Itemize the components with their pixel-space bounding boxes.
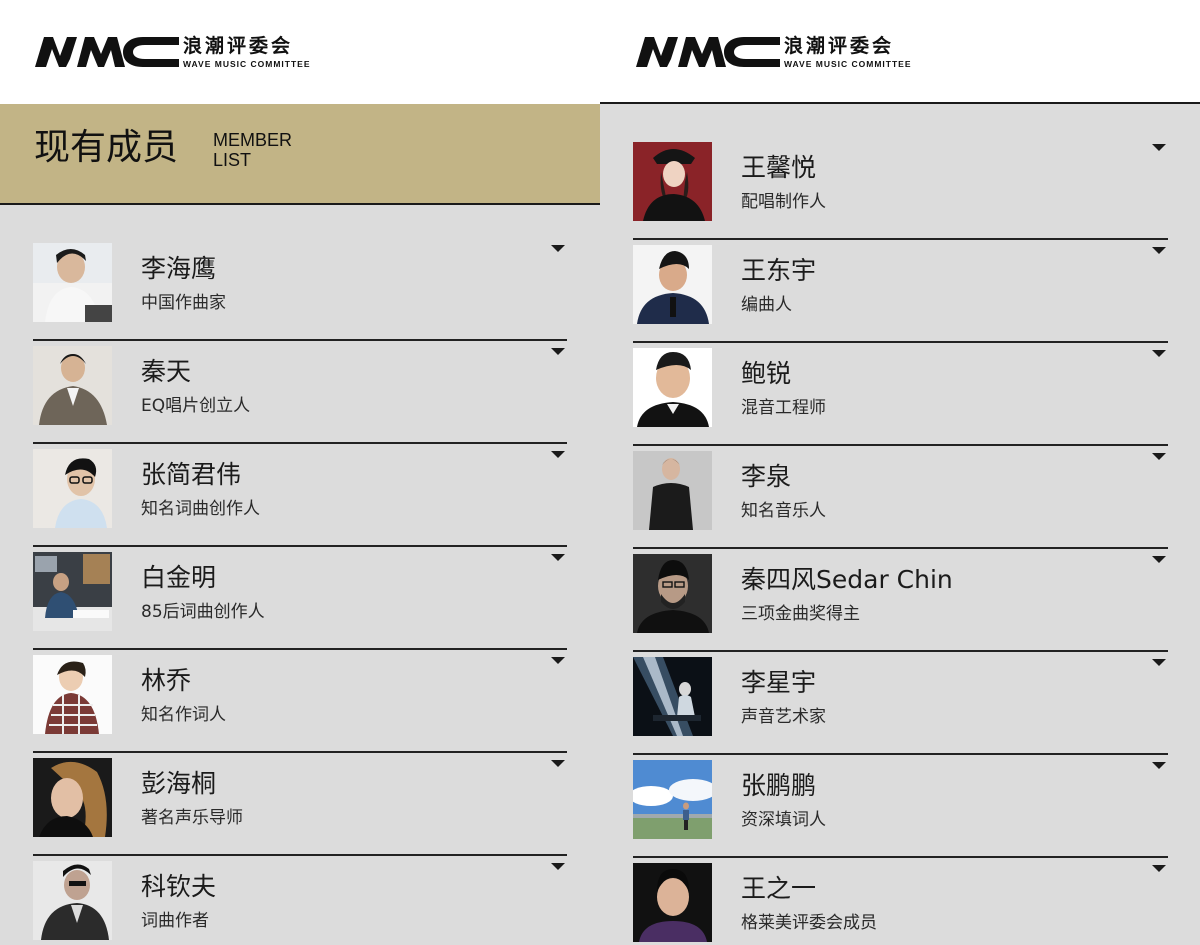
member-item[interactable]: 张简君伟 知名词曲创作人 — [33, 444, 567, 547]
member-name: 林乔 — [141, 666, 192, 695]
wmc-logo-mark — [35, 37, 179, 67]
member-photo — [33, 758, 112, 837]
member-role: 混音工程师 — [741, 398, 826, 418]
logo-wordmark: 浪潮评委会 WAVE MUSIC COMMITTEE — [183, 35, 311, 70]
caret-down-icon[interactable] — [1152, 144, 1166, 151]
member-role: 编曲人 — [741, 295, 792, 315]
member-item[interactable]: 科钦夫 词曲作者 — [33, 856, 567, 945]
member-name: 鲍锐 — [741, 359, 792, 388]
member-role: 配唱制作人 — [741, 192, 826, 212]
member-photo — [633, 142, 712, 221]
brand-name-cn: 浪潮评委会 — [784, 35, 895, 57]
section-title-en-line1: MEMBER — [213, 130, 293, 150]
member-item[interactable]: 王东宇 编曲人 — [633, 240, 1168, 343]
member-photo — [33, 655, 112, 734]
member-photo — [633, 863, 712, 942]
member-photo — [33, 449, 112, 528]
caret-down-icon[interactable] — [551, 657, 565, 664]
member-name: 王东宇 — [741, 256, 817, 285]
member-item[interactable]: 王馨悦 配唱制作人 — [633, 137, 1168, 240]
member-role: 知名词曲创作人 — [141, 499, 260, 519]
member-photo — [33, 552, 112, 631]
caret-down-icon[interactable] — [551, 863, 565, 870]
caret-down-icon[interactable] — [551, 451, 565, 458]
member-item[interactable]: 王之一 格莱美评委会成员 — [633, 858, 1168, 945]
member-role: 中国作曲家 — [141, 293, 226, 313]
member-name: 彭海桐 — [141, 769, 217, 798]
left-panel: 浪潮评委会 WAVE MUSIC COMMITTEE 现有成员 MEMBER L… — [0, 0, 600, 945]
member-name: 王馨悦 — [741, 153, 817, 182]
member-name: 科钦夫 — [141, 872, 217, 901]
brand-name-en: WAVE MUSIC COMMITTEE — [784, 59, 912, 69]
site-header: 浪潮评委会 WAVE MUSIC COMMITTEE — [0, 0, 600, 104]
caret-down-icon[interactable] — [1152, 659, 1166, 666]
member-name: 秦四风Sedar Chin — [741, 565, 953, 594]
member-role: 知名音乐人 — [741, 501, 826, 521]
member-item[interactable]: 秦天 EQ唱片创立人 — [33, 341, 567, 444]
logo-wordmark: 浪潮评委会 WAVE MUSIC COMMITTEE — [784, 35, 912, 70]
member-photo — [33, 346, 112, 425]
section-title-cn: 现有成员 — [34, 127, 179, 168]
caret-down-icon[interactable] — [551, 554, 565, 561]
member-name: 李星宇 — [741, 668, 817, 697]
member-item[interactable]: 李星宇 声音艺术家 — [633, 652, 1168, 755]
member-role: 资深填词人 — [741, 810, 826, 830]
member-photo — [633, 451, 712, 530]
caret-down-icon[interactable] — [1152, 865, 1166, 872]
member-role: 著名声乐导师 — [141, 808, 243, 828]
member-item[interactable]: 张鹏鹏 资深填词人 — [633, 755, 1168, 858]
member-name: 张简君伟 — [141, 460, 242, 489]
member-photo — [633, 348, 712, 427]
member-item[interactable]: 彭海桐 著名声乐导师 — [33, 753, 567, 856]
site-header: 浪潮评委会 WAVE MUSIC COMMITTEE — [600, 0, 1200, 104]
member-role: EQ唱片创立人 — [141, 396, 251, 416]
site-logo[interactable]: 浪潮评委会 WAVE MUSIC COMMITTEE — [35, 35, 311, 69]
right-panel: 浪潮评委会 WAVE MUSIC COMMITTEE 王馨悦 配唱制作人 王东宇… — [600, 0, 1200, 945]
caret-down-icon[interactable] — [1152, 762, 1166, 769]
member-item[interactable]: 秦四风Sedar Chin 三项金曲奖得主 — [633, 549, 1168, 652]
wmc-logo-mark — [636, 37, 780, 67]
brand-name-en: WAVE MUSIC COMMITTEE — [183, 59, 311, 69]
member-role: 85后词曲创作人 — [141, 602, 265, 622]
member-item[interactable]: 林乔 知名作词人 — [33, 650, 567, 753]
member-role: 词曲作者 — [141, 911, 209, 931]
member-name: 白金明 — [141, 563, 217, 592]
member-photo — [33, 243, 112, 322]
member-role: 知名作词人 — [141, 705, 226, 725]
caret-down-icon[interactable] — [1152, 350, 1166, 357]
member-role: 三项金曲奖得主 — [741, 604, 860, 624]
section-title-en-line2: LIST — [213, 150, 252, 170]
member-photo — [633, 554, 712, 633]
member-role: 声音艺术家 — [741, 707, 826, 727]
member-item[interactable]: 李泉 知名音乐人 — [633, 446, 1168, 549]
member-item[interactable]: 白金明 85后词曲创作人 — [33, 547, 567, 650]
member-name: 王之一 — [741, 874, 817, 903]
member-photo — [633, 760, 712, 839]
section-title-en: MEMBER LIST — [213, 130, 292, 170]
member-photo — [33, 861, 112, 940]
caret-down-icon[interactable] — [1152, 247, 1166, 254]
caret-down-icon[interactable] — [551, 760, 565, 767]
member-list: 王馨悦 配唱制作人 王东宇 编曲人 鲍锐 混音工程师 李泉 知名音乐人 秦四风S… — [600, 102, 1200, 945]
member-name: 李泉 — [741, 462, 792, 491]
member-item[interactable]: 鲍锐 混音工程师 — [633, 343, 1168, 446]
caret-down-icon[interactable] — [551, 245, 565, 252]
member-item[interactable]: 李海鹰 中国作曲家 — [33, 238, 567, 341]
caret-down-icon[interactable] — [1152, 556, 1166, 563]
brand-name-cn: 浪潮评委会 — [183, 35, 294, 57]
member-role: 格莱美评委会成员 — [741, 913, 877, 933]
member-name: 李海鹰 — [141, 254, 217, 283]
member-list: 李海鹰 中国作曲家 秦天 EQ唱片创立人 张简君伟 知名词曲创作人 白金明 85… — [0, 203, 600, 945]
member-photo — [633, 245, 712, 324]
member-photo — [633, 657, 712, 736]
caret-down-icon[interactable] — [1152, 453, 1166, 460]
site-logo[interactable]: 浪潮评委会 WAVE MUSIC COMMITTEE — [636, 35, 912, 69]
member-name: 秦天 — [141, 357, 192, 386]
caret-down-icon[interactable] — [551, 348, 565, 355]
member-name: 张鹏鹏 — [741, 771, 817, 800]
